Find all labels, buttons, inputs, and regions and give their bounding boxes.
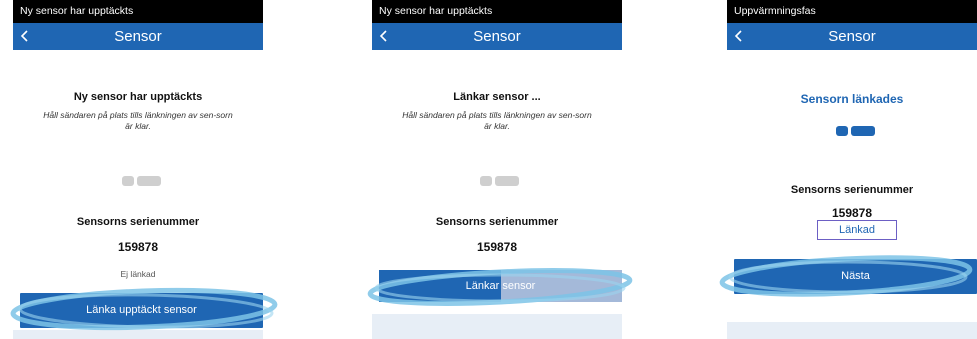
nav-title: Sensor [473,28,521,45]
screen-new-sensor: Ny sensor har upptäckts Sensor Ny sensor… [13,0,263,339]
serial-number-value: 159878 [476,240,518,254]
footer-area [727,322,977,339]
screen-heading: Länkar sensor ... [453,91,541,103]
screen-linking-sensor: Ny sensor har upptäckts Sensor Länkar se… [372,0,622,339]
link-sensor-button[interactable]: Länka upptäckt sensor [20,293,263,328]
status-bar: Ny sensor har upptäckts [372,0,622,23]
sensor-icon [122,176,162,186]
serial-number-value: 159878 [117,240,159,254]
link-status-text: Ej länkad [120,269,156,279]
status-bar: Uppvärmningsfas [727,0,977,23]
screen-sensor-linked: Uppvärmningsfas Sensor Sensorn länkades … [727,0,977,339]
screen-heading: Ny sensor har upptäckts [73,91,203,103]
nav-bar: Sensor [13,23,263,50]
linked-status-badge: Länkad [817,220,897,240]
success-heading: Sensorn länkades [800,92,904,106]
footer-area [372,314,622,339]
serial-number-value: 159878 [831,206,873,220]
status-bar-text: Ny sensor har upptäckts [379,5,493,17]
status-bar: Ny sensor har upptäckts [13,0,263,23]
status-bar-text: Ny sensor har upptäckts [20,5,134,17]
nav-title: Sensor [114,28,162,45]
nav-title: Sensor [828,28,876,45]
serial-number-label: Sensorns serienummer [435,216,559,228]
serial-number-label: Sensorns serienummer [76,216,200,228]
instruction-text: Håll sändaren på plats tills länkningen … [43,110,233,131]
linking-progress-button[interactable]: Länkar sensor [379,270,622,302]
nav-bar: Sensor [727,23,977,50]
serial-number-label: Sensorns serienummer [790,184,914,196]
status-bar-text: Uppvärmningsfas [734,5,816,17]
next-button[interactable]: Nästa [734,259,977,294]
sensor-icon [480,176,520,186]
sensor-icon-active [836,126,876,136]
instruction-text: Håll sändaren på plats tills länkningen … [402,110,592,131]
progress-label: Länkar sensor [465,280,536,292]
footer-area [13,330,263,339]
nav-bar: Sensor [372,23,622,50]
